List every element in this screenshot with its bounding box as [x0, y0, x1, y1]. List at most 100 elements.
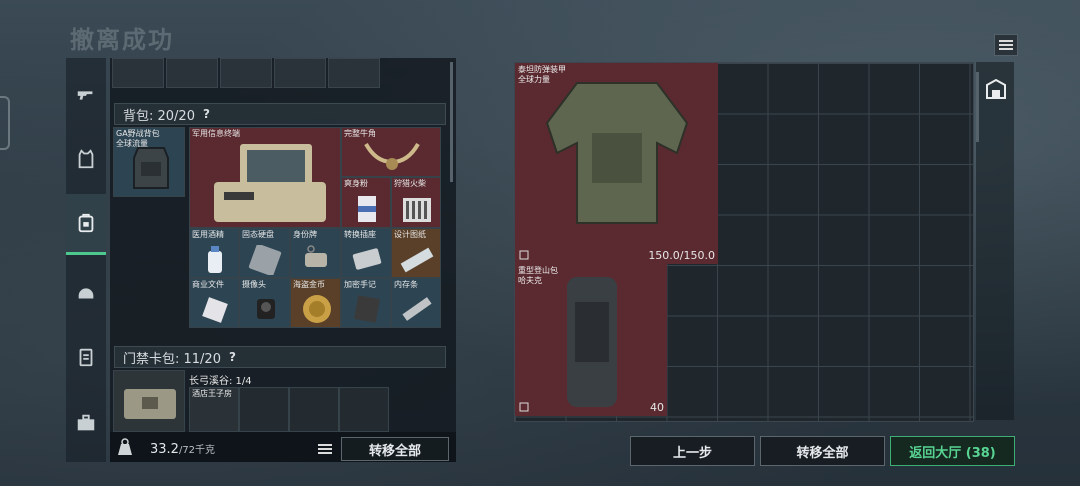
gold-coin-icon — [303, 295, 331, 323]
blueprint-icon — [400, 247, 434, 273]
adapter-icon — [352, 248, 382, 270]
powder-icon — [358, 196, 376, 222]
item-cell[interactable]: 摄像头 — [239, 278, 290, 328]
armor-item[interactable]: 泰坦防弹装甲 全球力量 150.0/150.0 — [515, 63, 718, 264]
scrollbar[interactable] — [976, 72, 979, 142]
tab-vest[interactable] — [66, 130, 106, 188]
item-label: 加密手记 — [344, 280, 376, 289]
storage-tab[interactable] — [984, 76, 1008, 102]
weight-max: /72千克 — [178, 445, 216, 456]
keycard-capacity: 门禁卡包: 11/20 — [123, 351, 221, 367]
case-icon — [79, 348, 93, 367]
item-cell[interactable]: 医用酒精 — [189, 228, 239, 278]
return-lobby-button[interactable]: 返回大厅 (38) — [890, 436, 1015, 466]
item-label: 内存条 — [394, 280, 418, 289]
backpack-item-icon — [133, 147, 169, 189]
sort-list-button[interactable] — [314, 438, 336, 460]
item-label: 转换插座 — [344, 230, 376, 239]
keycard-location: 长弓溪谷: 1/4 — [189, 376, 252, 387]
item-label: 身份牌 — [293, 230, 317, 239]
ram-icon — [402, 297, 432, 321]
item-slot[interactable] — [112, 58, 164, 88]
ssd-icon — [248, 245, 282, 275]
item-slot[interactable] — [328, 58, 380, 88]
document-icon — [202, 297, 228, 323]
item-cell[interactable]: 海盗金币 — [290, 278, 341, 328]
item-cell[interactable]: 内存条 — [391, 278, 441, 328]
menu-list-button[interactable] — [994, 34, 1018, 56]
item-label: 固态硬盘 — [242, 230, 274, 239]
scrollbar[interactable] — [450, 62, 453, 182]
keycard-pack-slot[interactable] — [113, 370, 185, 432]
briefcase-icon — [77, 414, 95, 431]
keycard-slot[interactable] — [289, 387, 339, 432]
top-item-row — [112, 58, 382, 88]
item-slot[interactable] — [220, 58, 272, 88]
lock-icon — [519, 250, 529, 260]
keycard-slot[interactable]: 酒店王子房 — [189, 387, 239, 432]
help-icon[interactable]: ? — [229, 350, 236, 364]
back-button[interactable]: 上一步 — [630, 436, 755, 466]
item-label: 酒店王子房 — [192, 389, 232, 398]
item-cell[interactable]: 完整牛角 — [341, 127, 441, 177]
tab-container[interactable] — [66, 328, 106, 386]
item-cell[interactable]: 固态硬盘 — [239, 228, 290, 278]
large-backpack-icon — [567, 277, 617, 407]
armor-icon — [545, 82, 689, 224]
item-label: 设计图纸 — [394, 230, 426, 239]
right-sidebar — [976, 62, 1014, 420]
mountain-backpack-item[interactable]: 重型登山包 哈夫克 40 — [515, 264, 667, 416]
tab-helmet[interactable] — [66, 264, 106, 322]
lock-icon — [519, 402, 529, 412]
helmet-icon — [78, 288, 94, 299]
backpack-header: 背包: 20/20 ? — [114, 103, 446, 125]
id-tag-icon — [305, 245, 327, 267]
list-icon — [999, 40, 1013, 50]
item-slot[interactable] — [166, 58, 218, 88]
gun-icon — [77, 91, 93, 100]
vest-icon — [78, 149, 94, 169]
item-cell[interactable]: 加密手记 — [341, 278, 391, 328]
tab-backpack[interactable] — [66, 194, 106, 255]
weight-icon — [118, 438, 132, 455]
item-label: 海盗金币 — [293, 280, 325, 289]
item-cell[interactable]: 身份牌 — [290, 228, 341, 278]
item-cell[interactable]: 转换插座 — [341, 228, 391, 278]
transfer-all-button[interactable]: 转移全部 — [760, 436, 885, 466]
item-cell[interactable]: 军用信息终端 — [189, 127, 341, 228]
page-title: 撤离成功 — [70, 26, 174, 54]
list-icon — [318, 444, 332, 454]
keycard-pack-icon — [124, 389, 176, 419]
item-cell[interactable]: 爽身粉 — [341, 177, 391, 228]
category-tabbar — [66, 58, 106, 462]
left-transfer-all-button[interactable]: 转移全部 — [341, 437, 449, 461]
item-cell[interactable]: 狩猎火柴 — [391, 177, 441, 228]
tab-weapons[interactable] — [66, 66, 106, 124]
camera-icon — [257, 299, 275, 319]
tab-briefcase[interactable] — [66, 394, 106, 452]
matches-icon — [403, 198, 431, 222]
backpack-icon — [78, 213, 94, 233]
item-label: 商业文件 — [192, 280, 224, 289]
capacity: 40 — [650, 401, 664, 414]
backpack-equipped-slot[interactable]: GA野战背包 全球流量 — [113, 127, 185, 197]
keycard-slot[interactable] — [239, 387, 289, 432]
horn-icon — [364, 142, 420, 170]
item-cell[interactable]: 商业文件 — [189, 278, 239, 328]
keycard-slot[interactable] — [339, 387, 389, 432]
item-label: 爽身粉 — [344, 179, 368, 188]
item-slot[interactable] — [274, 58, 326, 88]
item-label: 狩猎火柴 — [394, 179, 426, 188]
weight-readout: 33.2/72千克 — [150, 441, 215, 457]
safebox-icon — [986, 78, 1006, 99]
item-label: 摄像头 — [242, 280, 266, 289]
item-cell[interactable]: 设计图纸 — [391, 228, 441, 278]
keycard-header: 门禁卡包: 11/20 ? — [114, 346, 446, 368]
help-icon[interactable]: ? — [203, 107, 210, 121]
item-label: 军用信息终端 — [192, 129, 240, 138]
notebook-icon — [354, 295, 380, 323]
backpack-capacity: 背包: 20/20 — [123, 108, 195, 124]
weight-value: 33.2 — [150, 442, 179, 457]
side-handle[interactable] — [0, 96, 10, 150]
item-label: 重型登山包 哈夫克 — [518, 266, 558, 285]
